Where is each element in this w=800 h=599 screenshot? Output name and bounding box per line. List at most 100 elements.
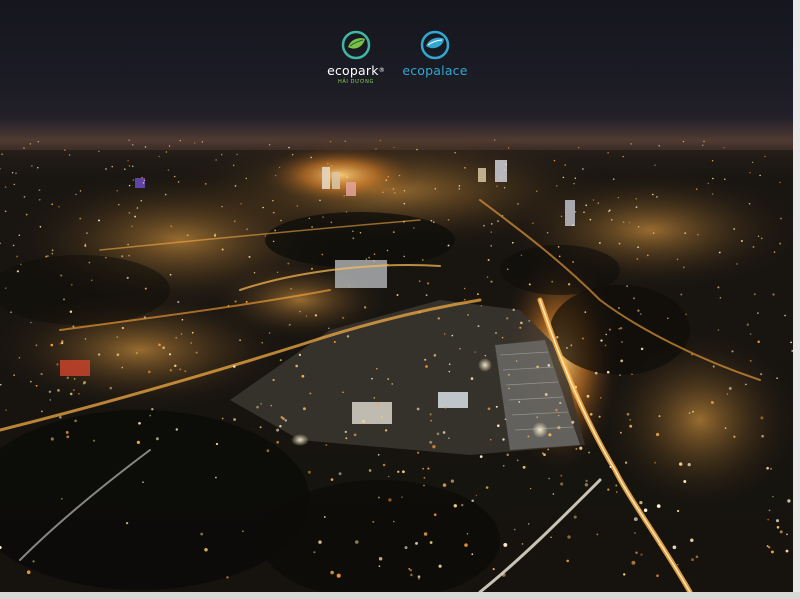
city-light (288, 146, 290, 149)
city-light (64, 149, 66, 151)
city-light (656, 574, 659, 577)
aerial-night-city-photo: ecopark® HẢI DƯƠNG ecopalace (0, 0, 793, 592)
city-light (214, 476, 217, 479)
city-light (679, 462, 683, 466)
city-light (544, 393, 548, 396)
city-light (220, 153, 223, 156)
city-light (158, 155, 160, 158)
city-light (776, 377, 778, 380)
city-light (504, 418, 507, 421)
city-light (552, 493, 555, 495)
city-light (109, 386, 113, 390)
city-light (506, 268, 509, 271)
city-light (515, 360, 518, 362)
city-light (127, 160, 129, 162)
city-light (620, 359, 624, 363)
city-light (302, 407, 306, 411)
city-light (341, 316, 345, 320)
city-light (116, 353, 120, 357)
city-light (588, 451, 591, 454)
city-light (233, 220, 236, 223)
city-light (483, 224, 485, 227)
city-light (307, 470, 311, 474)
city-light (696, 233, 699, 236)
city-light (215, 442, 219, 446)
city-light (764, 155, 766, 158)
city-light (318, 540, 322, 544)
city-light (592, 199, 595, 201)
city-light (433, 353, 437, 357)
city-light (485, 486, 489, 489)
city-light (707, 182, 710, 185)
city-light (610, 218, 613, 221)
city-light (448, 437, 450, 439)
city-light (676, 258, 679, 261)
city-light (392, 231, 395, 233)
city-light (385, 179, 388, 181)
city-light (162, 346, 165, 350)
city-light (51, 249, 54, 252)
city-light (612, 178, 615, 180)
city-light (506, 317, 509, 320)
city-light (1, 153, 3, 155)
city-light (344, 140, 346, 142)
city-light (489, 439, 492, 441)
city-light (236, 153, 238, 156)
city-light (607, 152, 609, 154)
city-light (728, 386, 732, 390)
city-light (403, 190, 406, 192)
city-light (487, 407, 491, 411)
city-light (626, 285, 628, 287)
city-light (553, 159, 556, 162)
city-light (169, 273, 172, 276)
city-light (423, 484, 425, 487)
city-light (354, 540, 359, 544)
city-light (51, 203, 54, 206)
city-light (760, 373, 763, 376)
city-light (528, 283, 531, 286)
city-light (173, 175, 176, 178)
city-light (496, 185, 498, 188)
city-light (214, 234, 216, 237)
city-light (121, 366, 124, 369)
city-light (516, 459, 519, 462)
city-light (105, 168, 107, 170)
city-light (98, 150, 100, 153)
city-light (378, 496, 380, 499)
city-light (392, 188, 395, 190)
city-light (264, 235, 267, 237)
city-light (424, 358, 427, 361)
city-light (454, 152, 456, 154)
city-light (528, 319, 531, 322)
city-light (111, 165, 113, 168)
city-light (4, 210, 7, 213)
city-light (599, 396, 602, 399)
city-light (308, 217, 311, 220)
city-light (404, 546, 408, 550)
city-light (37, 141, 39, 143)
city-light (179, 368, 182, 371)
city-light (532, 222, 534, 224)
city-light (548, 477, 550, 480)
city-light (571, 420, 575, 424)
city-light (30, 380, 32, 383)
city-light (637, 309, 640, 312)
city-light (559, 401, 562, 405)
city-light (26, 570, 31, 574)
leaf-circle-icon (420, 30, 450, 60)
city-light (654, 461, 657, 464)
city-light (779, 181, 781, 184)
city-light (373, 260, 375, 262)
city-light (630, 143, 632, 145)
city-light (15, 172, 17, 174)
city-light (72, 389, 75, 392)
city-light (518, 401, 521, 403)
city-light (474, 351, 477, 353)
city-light (691, 353, 693, 356)
city-light (125, 521, 129, 525)
city-light (770, 550, 774, 554)
city-light (640, 553, 643, 556)
city-light (471, 553, 474, 556)
city-light (490, 231, 493, 233)
city-light (132, 179, 135, 181)
